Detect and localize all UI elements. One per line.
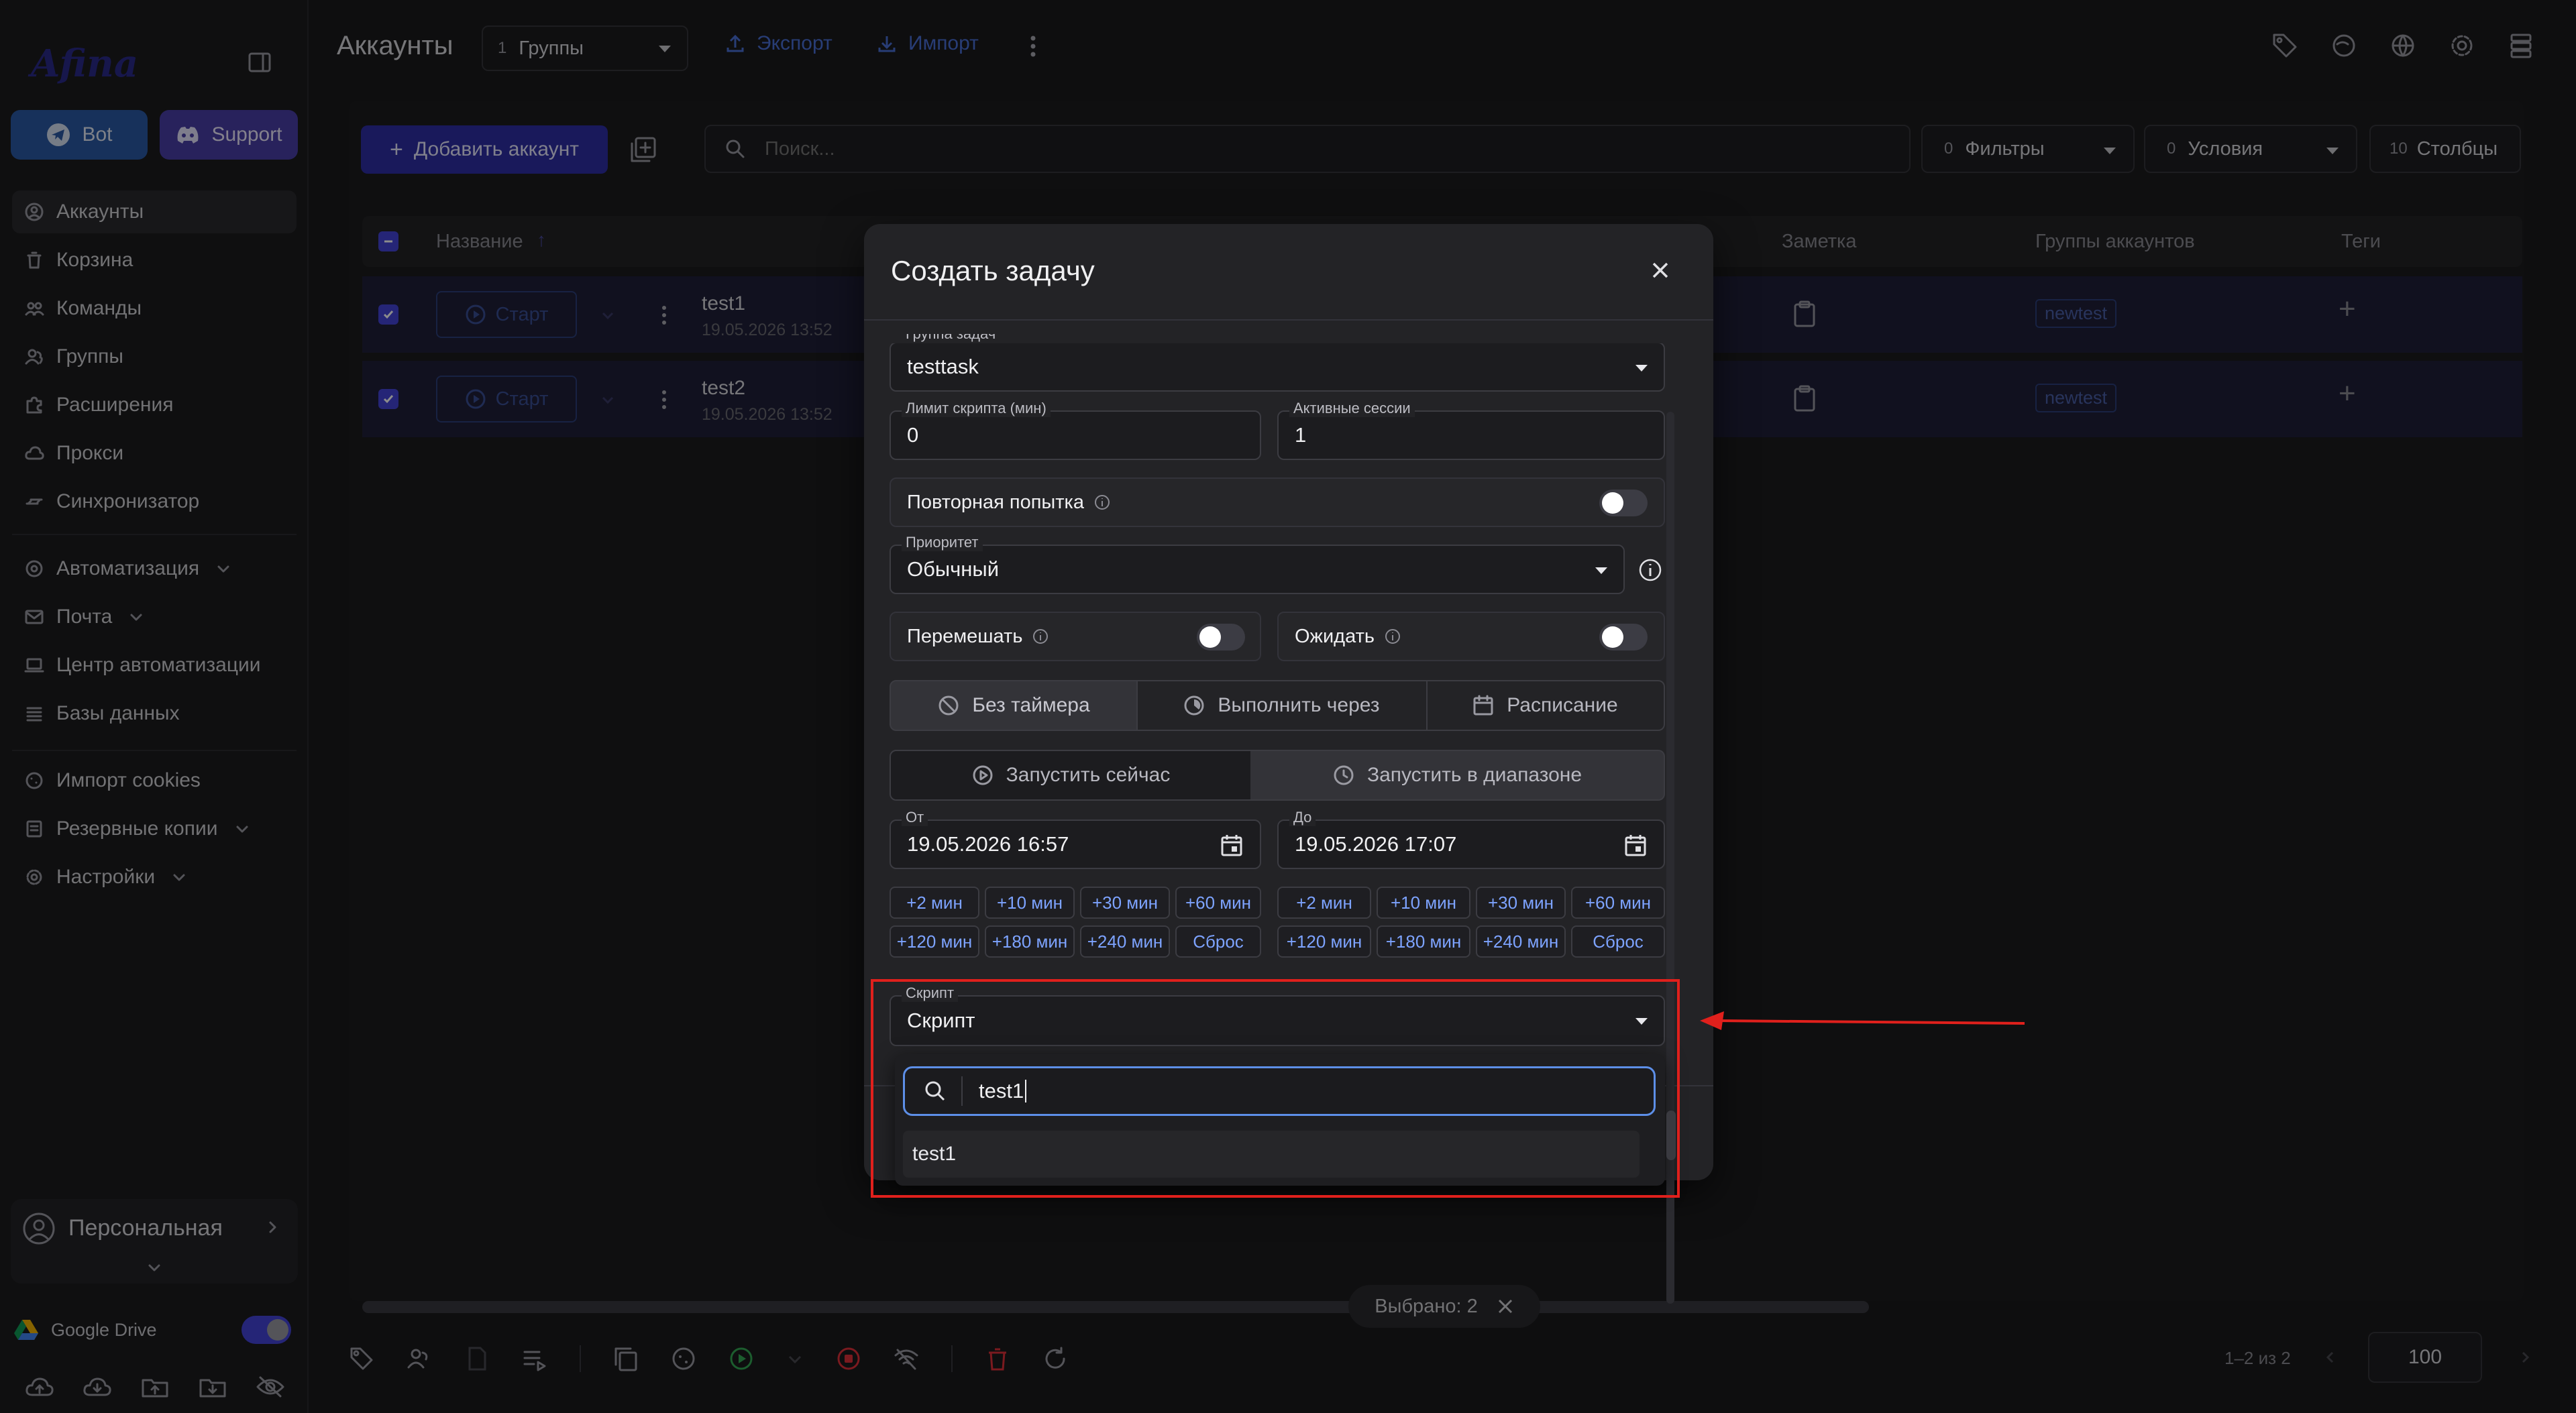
to-value: 19.05.2026 17:07 [1295,832,1457,856]
to-chip-plus-10[interactable]: +10 мин [1377,887,1470,919]
tab-label: Запустить в диапазоне [1366,764,1582,786]
to-chip-reset[interactable]: Сброс [1571,925,1665,958]
timelapse-icon [1184,695,1204,716]
retry-toggle[interactable] [1599,490,1648,516]
tab-run-range[interactable]: Запустить в диапазоне [1250,750,1665,801]
shuffle-label: Перемешать [907,625,1023,647]
to-chip-plus-30[interactable]: +30 мин [1476,887,1566,919]
from-chip-plus-2[interactable]: +2 мин [890,887,979,919]
tab-schedule[interactable]: Расписание [1426,680,1665,731]
active-sessions-input[interactable]: 1 [1277,410,1665,460]
info-icon[interactable] [1032,628,1049,645]
from-chip-plus-60[interactable]: +60 мин [1175,887,1261,919]
script-limit-label: Лимит скрипта (мин) [902,400,1051,417]
priority-label: Приоритет [902,534,983,551]
task-group-value: testtask [907,355,979,378]
play-circle-icon [973,765,993,785]
info-icon[interactable] [1093,494,1111,511]
task-group-label: Группа задач [902,334,1000,342]
wait-label: Ожидать [1295,625,1375,647]
info-icon[interactable] [1638,558,1662,582]
to-label: До [1289,809,1316,826]
priority-value: Обычный [907,557,1000,581]
active-sessions-value: 1 [1295,423,1307,447]
from-chip-reset[interactable]: Сброс [1175,925,1261,958]
highlight-box [871,979,1680,1198]
retry-row: Повторная попытка [890,477,1665,527]
from-chip-plus-120[interactable]: +120 мин [890,925,979,958]
from-label: От [902,809,928,826]
to-chip-plus-240[interactable]: +240 мин [1476,925,1566,958]
info-icon[interactable] [1384,628,1401,645]
shuffle-toggle[interactable] [1197,624,1245,651]
from-chip-plus-10[interactable]: +10 мин [985,887,1075,919]
to-datetime-input[interactable]: 19.05.2026 17:07 [1277,819,1665,869]
calendar-icon [1473,695,1493,716]
caret-down-icon [1595,567,1607,574]
tab-label: Без таймера [972,694,1090,716]
from-chip-plus-180[interactable]: +180 мин [985,925,1075,958]
to-chip-plus-120[interactable]: +120 мин [1277,925,1371,958]
tab-label: Выполнить через [1218,694,1380,716]
from-value: 19.05.2026 16:57 [907,832,1069,856]
retry-label: Повторная попытка [907,491,1084,513]
calendar-icon[interactable] [1623,833,1648,857]
wait-toggle[interactable] [1599,624,1648,651]
from-chip-plus-30[interactable]: +30 мин [1080,887,1170,919]
tab-label: Расписание [1507,694,1618,716]
caret-down-icon [1635,365,1648,372]
to-chip-plus-2[interactable]: +2 мин [1277,887,1371,919]
clock-icon [1334,765,1354,785]
from-chip-plus-240[interactable]: +240 мин [1080,925,1170,958]
dialog-title: Создать задачу [891,255,1095,286]
from-datetime-input[interactable]: 19.05.2026 16:57 [890,819,1261,869]
script-limit-input[interactable]: 0 [890,410,1261,460]
tab-label: Запустить сейчас [1006,764,1171,786]
active-sessions-label: Активные сессии [1289,400,1415,417]
tab-run-after[interactable]: Выполнить через [1136,680,1428,731]
annotation-arrow-icon [1700,1011,2025,1030]
to-chip-plus-60[interactable]: +60 мин [1571,887,1665,919]
task-group-select[interactable]: testtask [890,342,1665,392]
to-chip-plus-180[interactable]: +180 мин [1377,925,1470,958]
close-icon[interactable] [1650,260,1670,280]
timer-off-icon [938,695,959,716]
calendar-icon[interactable] [1220,833,1244,857]
script-limit-value: 0 [907,423,919,447]
tab-run-now[interactable]: Запустить сейчас [890,750,1252,801]
tab-no-timer[interactable]: Без таймера [890,680,1138,731]
priority-select[interactable]: Обычный [890,545,1625,594]
